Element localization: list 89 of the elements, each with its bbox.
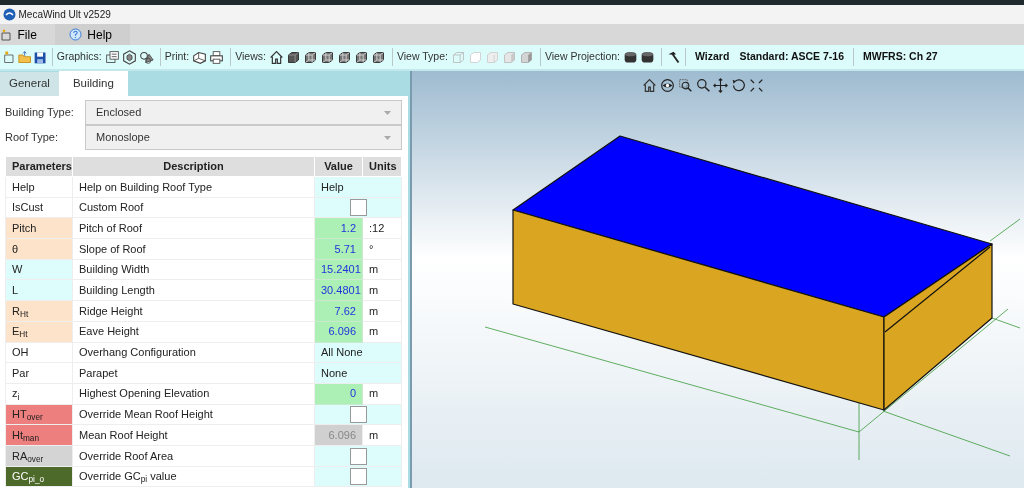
toolbar-label: Graphics: (56, 49, 102, 65)
parameter-cell: OH (5, 342, 73, 363)
toolbar-label: View Type: (396, 49, 448, 65)
parameter-cell: Par (5, 362, 73, 384)
field-label: Building Type: (5, 105, 75, 121)
parameter-cell: W (5, 259, 73, 280)
description-cell: Pitch of Roof (72, 217, 315, 239)
units-cell: m (362, 383, 402, 405)
dropdown-arrow-icon (384, 135, 391, 140)
description-cell: Highest Opening Elevation (72, 383, 315, 405)
tab[interactable]: General (0, 71, 59, 96)
parameter-cell: GC$_{pi_o}$ (5, 466, 73, 487)
description-cell: Ridge Height (72, 300, 315, 322)
parameter-cell: Ht$_{man}$ (5, 424, 73, 446)
parameter-cell: HT$_{over}$ (5, 404, 73, 425)
help-menu[interactable]: Help (54, 24, 131, 45)
description-cell: Parapet (72, 362, 315, 384)
cylinder-icon[interactable] (623, 49, 639, 65)
units-cell: :12 (362, 217, 402, 239)
checkbox[interactable] (349, 406, 367, 424)
checkbox[interactable] (349, 199, 367, 217)
parameter-cell: z$_{i}$ (5, 383, 73, 405)
description-cell: Eave Height (72, 321, 315, 342)
parameter-cell: Help (5, 176, 73, 198)
description-cell: Override Mean Roof Height (72, 404, 315, 425)
window-title: MecaWind Ult v2529 (18, 8, 111, 22)
wireframe-cube-icon[interactable] (370, 49, 386, 65)
dropdown-field[interactable]: Enclosed (85, 100, 402, 125)
toolbar-button[interactable]: MWFRS: Ch 27 (858, 49, 943, 65)
new-file-icon (0, 28, 12, 41)
checkbox[interactable] (349, 447, 367, 465)
home-icon[interactable] (268, 49, 284, 65)
building-drawing[interactable] (512, 135, 993, 411)
3d-viewport[interactable] (410, 71, 1024, 488)
description-cell: Building Length (72, 279, 315, 301)
gradient-cube-icon[interactable] (518, 49, 534, 65)
description-cell: Mean Roof Height (72, 424, 315, 446)
toolbar-label: Views: (235, 49, 266, 65)
toolbar-button[interactable]: Wizard (690, 49, 735, 65)
rotate-icon[interactable] (731, 77, 746, 93)
checkbox[interactable] (349, 468, 367, 486)
parameter-cell: L (5, 279, 73, 301)
shapes-icon[interactable] (138, 49, 154, 65)
units-cell: ° (362, 238, 402, 260)
description-cell: Slope of Roof (72, 238, 315, 260)
description-cell: Override Roof Area (72, 445, 315, 467)
toolbar-button[interactable]: Standard: ASCE 7-16 (734, 49, 849, 65)
wireframe-cube-icon[interactable] (336, 49, 352, 65)
toolbar-label: View Projection: (544, 49, 621, 65)
help-icon (68, 28, 82, 41)
parameter-cell: E$_{Ht}$ (5, 321, 73, 342)
home-icon[interactable] (642, 77, 658, 93)
cube-icon[interactable] (285, 49, 301, 65)
column-header: Value (314, 156, 363, 177)
printer-icon[interactable] (209, 49, 225, 65)
toolbar-label: Print: (164, 49, 190, 65)
description-cell: Overhang Configuration (72, 342, 315, 363)
units-cell: m (362, 279, 402, 301)
parameter-cell: RA$_{over}$ (5, 445, 73, 467)
hexagon-cube-icon[interactable] (121, 49, 137, 65)
wireframe-cube-icon[interactable] (302, 49, 318, 65)
description-cell: Building Width (72, 259, 315, 280)
wireframe-cube-icon[interactable] (319, 49, 335, 65)
pan-icon[interactable] (713, 77, 729, 93)
column-header: Units (362, 156, 402, 177)
description-cell: Custom Roof (72, 197, 315, 218)
units-cell: m (362, 424, 402, 446)
units-cell: m (362, 259, 402, 280)
description-cell: Override GC$_{pi}$ value (72, 466, 315, 487)
wireframe-cube-icon[interactable] (353, 49, 369, 65)
windows-icon[interactable] (104, 49, 120, 65)
parameter-cell: R$_{Ht}$ (5, 300, 73, 322)
units-cell: m (362, 321, 402, 342)
column-header: Parameters (5, 156, 73, 177)
zoom-window-icon[interactable] (677, 77, 693, 93)
dropdown-arrow-icon (384, 110, 391, 115)
field-label: Roof Type: (5, 130, 59, 146)
cylinder-icon[interactable] (640, 49, 656, 65)
parameter-cell: IsCust (5, 197, 73, 218)
parameter-cell: θ (5, 238, 73, 260)
units-cell: m (362, 300, 402, 322)
column-header: Description (72, 156, 315, 177)
eye-icon[interactable] (660, 77, 675, 93)
dropdown-field[interactable]: Monoslope (85, 125, 402, 150)
zoom-icon[interactable] (695, 77, 711, 93)
print-3d-icon[interactable] (192, 49, 208, 65)
fit-view-icon[interactable] (748, 77, 764, 93)
description-cell: Help on Building Roof Type (72, 176, 315, 198)
parameter-cell: Pitch (5, 217, 73, 239)
